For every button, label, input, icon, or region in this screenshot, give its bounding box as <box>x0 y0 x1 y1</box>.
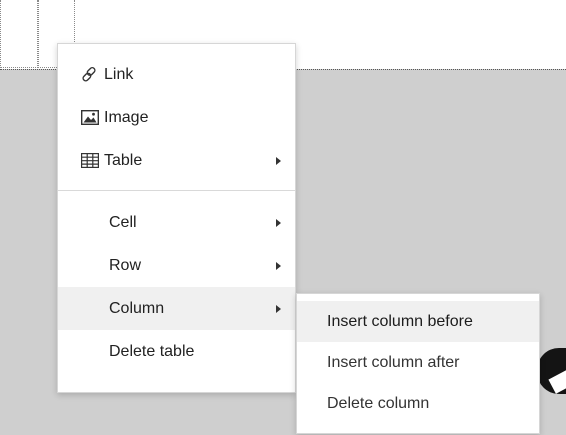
submenu-item-label: Insert column before <box>327 312 473 330</box>
submenu-item-insert-column-after[interactable]: Insert column after <box>297 342 539 383</box>
menu-item-label: Row <box>109 256 142 274</box>
chevron-right-icon <box>276 304 281 313</box>
table-cell-outline[interactable] <box>0 0 38 68</box>
link-icon <box>80 66 100 84</box>
menu-item-table[interactable]: Table <box>58 139 295 182</box>
menu-item-cell[interactable]: Cell <box>58 201 295 244</box>
submenu-item-insert-column-before[interactable]: Insert column before <box>297 301 539 342</box>
context-menu: Link Image Table Cell Row Column Delete … <box>57 43 296 393</box>
menu-item-column[interactable]: Column <box>58 287 295 330</box>
chevron-right-icon <box>276 261 281 270</box>
menu-item-label: Delete table <box>109 342 195 360</box>
submenu-item-delete-column[interactable]: Delete column <box>297 383 539 424</box>
menu-divider <box>58 190 295 191</box>
menu-item-label: Image <box>104 108 149 126</box>
menu-item-image[interactable]: Image <box>58 96 295 139</box>
submenu-item-label: Insert column after <box>327 353 460 371</box>
chevron-right-icon <box>276 218 281 227</box>
chevron-right-icon <box>276 156 281 165</box>
submenu-item-label: Delete column <box>327 394 430 412</box>
menu-item-row[interactable]: Row <box>58 244 295 287</box>
table-icon <box>80 152 100 170</box>
menu-item-label: Link <box>104 65 134 83</box>
menu-item-label: Table <box>104 151 143 169</box>
menu-item-delete-table[interactable]: Delete table <box>58 330 295 373</box>
column-submenu: Insert column before Insert column after… <box>296 293 540 434</box>
menu-item-label: Column <box>109 299 165 317</box>
menu-item-link[interactable]: Link <box>58 53 295 96</box>
image-icon <box>80 109 100 127</box>
menu-item-label: Cell <box>109 213 137 231</box>
